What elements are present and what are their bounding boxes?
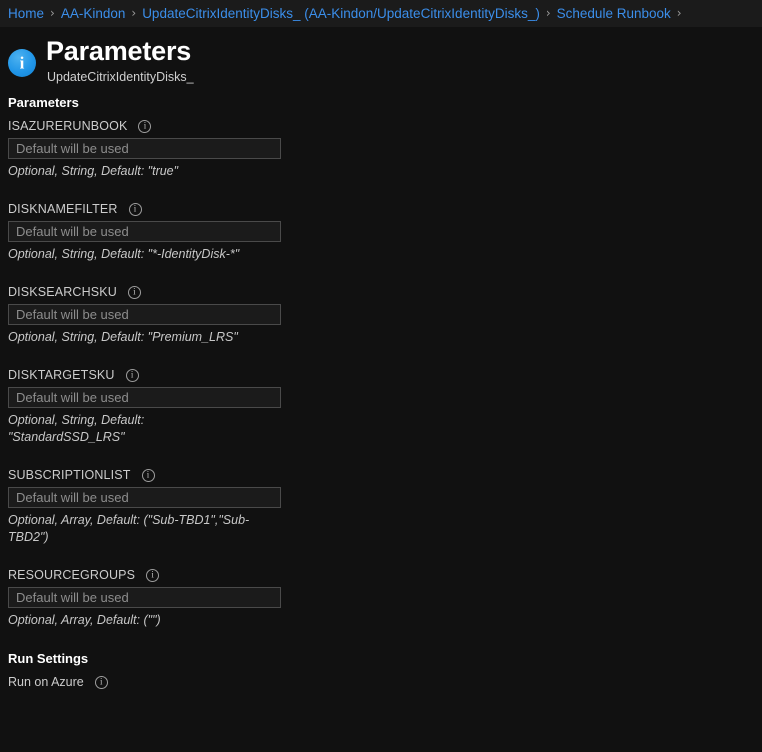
breadcrumb-item-home[interactable]: Home	[8, 0, 44, 27]
parameter-input-resourcegroups[interactable]	[8, 587, 281, 608]
parameter-label-row: DISKTARGETSKU	[8, 368, 754, 382]
page-title: Parameters	[46, 36, 192, 66]
parameter-help-text: Optional, String, Default: "*-IdentityDi…	[8, 247, 240, 261]
breadcrumb-chevron-icon: ›	[50, 6, 55, 20]
info-circle-icon[interactable]	[146, 568, 160, 582]
parameter-input-disksearchsku[interactable]	[8, 304, 281, 325]
info-circle-icon[interactable]	[138, 119, 152, 133]
parameter-label: RESOURCEGROUPS	[8, 568, 136, 582]
parameter-label: DISKNAMEFILTER	[8, 202, 118, 216]
page-subtitle: UpdateCitrixIdentityDisks_	[47, 70, 194, 84]
parameter-label-row: RESOURCEGROUPS	[8, 568, 754, 582]
page-header: Parameters UpdateCitrixIdentityDisks_	[0, 27, 762, 85]
run-on-azure-label: Run on Azure	[8, 675, 84, 689]
breadcrumb-chevron-icon: ›	[676, 6, 682, 20]
info-circle-icon	[8, 49, 36, 77]
parameter-field: DISKTARGETSKU Optional, String, Default:…	[8, 368, 754, 446]
parameter-label: DISKTARGETSKU	[8, 368, 115, 382]
info-circle-icon[interactable]	[94, 675, 108, 689]
parameter-input-subscriptionlist[interactable]	[8, 487, 281, 508]
parameter-label-row: DISKNAMEFILTER	[8, 202, 754, 216]
parameter-help-text: Optional, Array, Default: ("")	[8, 613, 161, 627]
parameter-label: DISKSEARCHSKU	[8, 285, 117, 299]
parameter-label-row: DISKSEARCHSKU	[8, 285, 754, 299]
parameter-label: SUBSCRIPTIONLIST	[8, 468, 131, 482]
info-circle-icon[interactable]	[141, 468, 155, 482]
parameter-field: ISAZURERUNBOOK Optional, String, Default…	[8, 119, 754, 180]
parameters-section-label: Parameters	[8, 95, 79, 110]
parameter-input-isazurerunbook[interactable]	[8, 138, 281, 159]
parameter-help-text: Optional, Array, Default: ("Sub-TBD1","S…	[8, 513, 250, 544]
parameter-field: RESOURCEGROUPS Optional, Array, Default:…	[8, 568, 754, 629]
parameter-label-row: ISAZURERUNBOOK	[8, 119, 754, 133]
parameter-help-text: Optional, String, Default: "Premium_LRS"	[8, 330, 238, 344]
parameters-form: Parameters ISAZURERUNBOOK Optional, Stri…	[0, 85, 762, 689]
run-settings-section: Run Settings Run on Azure	[8, 651, 754, 689]
parameter-field: DISKNAMEFILTER Optional, String, Default…	[8, 202, 754, 263]
breadcrumb-item-account[interactable]: AA-Kindon	[61, 0, 126, 27]
parameter-help-text: Optional, String, Default: "StandardSSD_…	[8, 413, 145, 444]
breadcrumb-chevron-icon: ›	[545, 6, 551, 20]
info-circle-icon[interactable]	[128, 202, 142, 216]
parameter-label-row: SUBSCRIPTIONLIST	[8, 468, 754, 482]
parameter-help-text: Optional, String, Default: "true"	[8, 164, 179, 178]
parameter-label: ISAZURERUNBOOK	[8, 119, 128, 133]
parameter-field: DISKSEARCHSKU Optional, String, Default:…	[8, 285, 754, 346]
breadcrumb-item-schedule-runbook[interactable]: Schedule Runbook	[557, 0, 671, 27]
breadcrumb-chevron-icon: ›	[131, 6, 137, 20]
breadcrumb-item-runbook[interactable]: UpdateCitrixIdentityDisks_ (AA-Kindon/Up…	[142, 0, 540, 27]
info-circle-icon[interactable]	[127, 285, 141, 299]
run-on-azure-row: Run on Azure	[8, 675, 754, 689]
parameter-input-disknamefilter[interactable]	[8, 221, 281, 242]
page-header-text: Parameters UpdateCitrixIdentityDisks_	[46, 35, 194, 86]
run-settings-title: Run Settings	[8, 651, 89, 666]
breadcrumb: Home › AA-Kindon › UpdateCitrixIdentityD…	[0, 0, 762, 27]
info-circle-icon[interactable]	[125, 368, 139, 382]
parameter-field: SUBSCRIPTIONLIST Optional, Array, Defaul…	[8, 468, 754, 546]
parameter-input-disktargetsku[interactable]	[8, 387, 281, 408]
